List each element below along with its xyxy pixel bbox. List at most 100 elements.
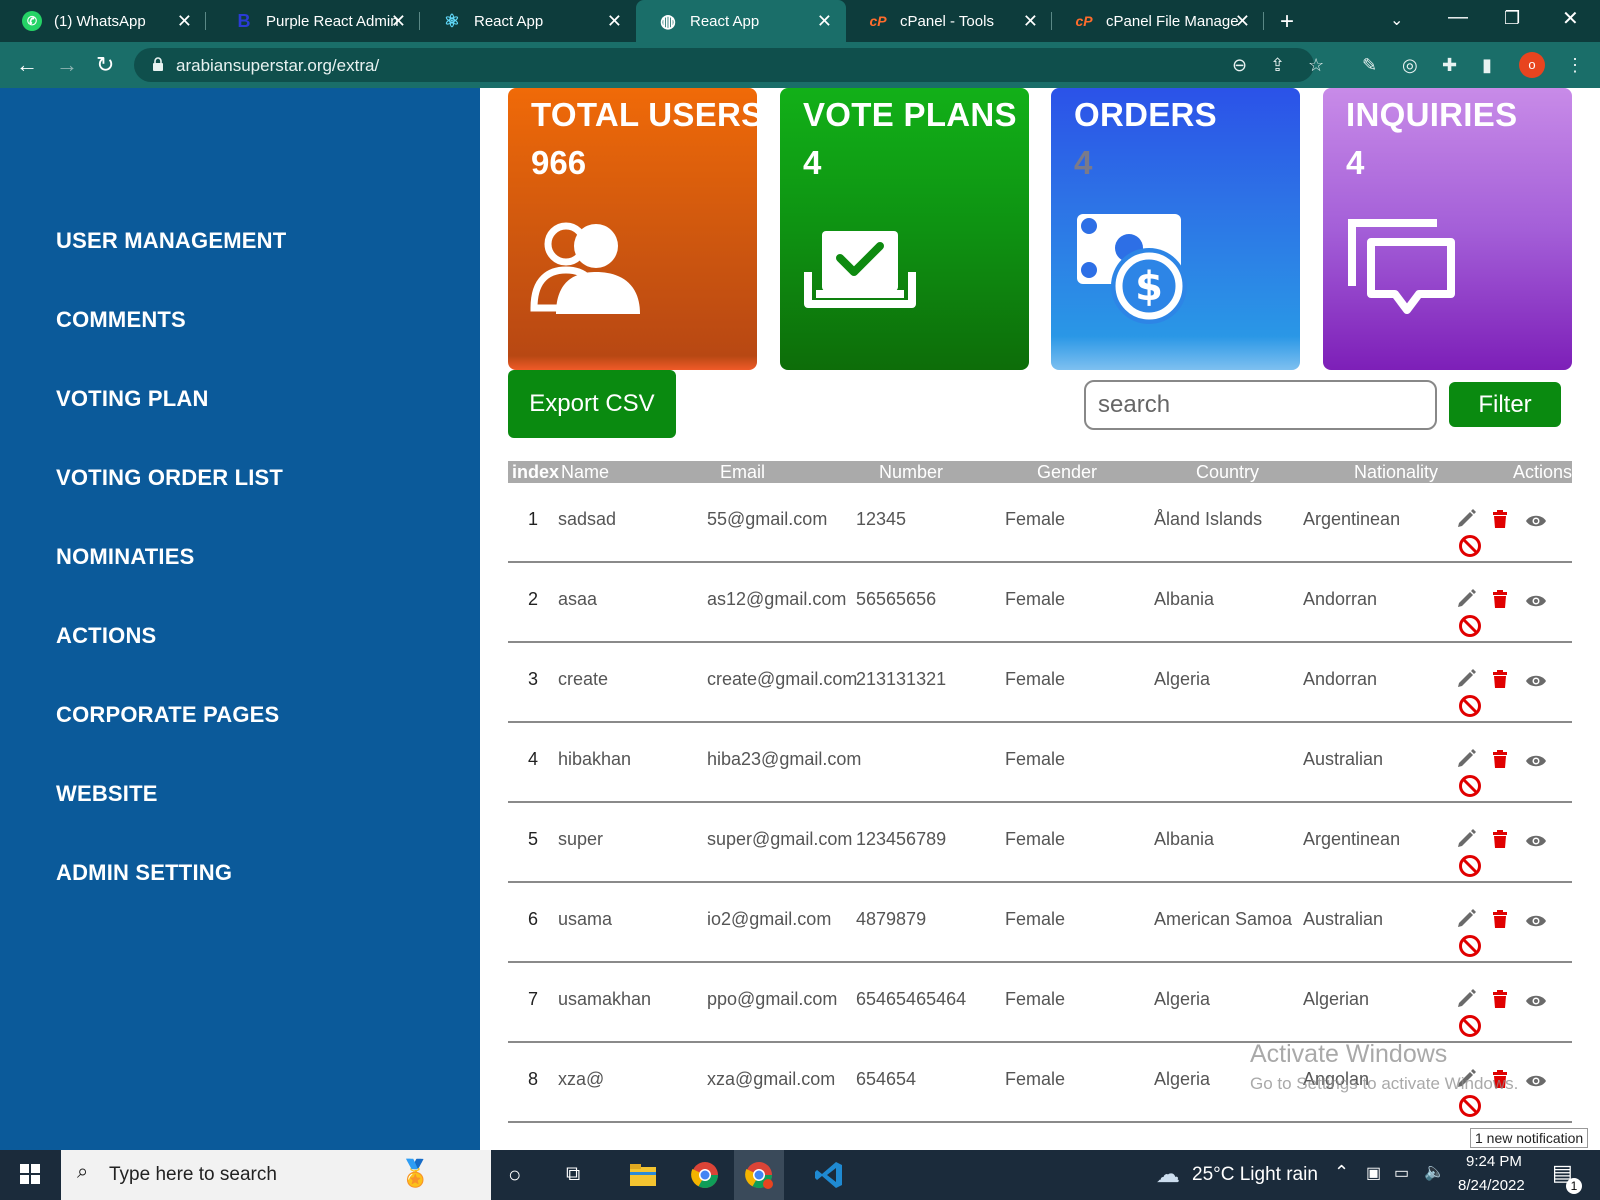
tab-react-app-active[interactable]: ◍ React App ✕ (636, 0, 846, 42)
sidebar-item-comments[interactable]: COMMENTS (56, 307, 186, 333)
view-icon[interactable] (1525, 913, 1547, 934)
windows-start-icon[interactable] (20, 1164, 40, 1184)
vscode-icon[interactable] (814, 1160, 844, 1190)
pen-extension-icon[interactable]: ✎ (1362, 55, 1377, 76)
restore-icon[interactable]: ❐ (1504, 8, 1520, 29)
edit-icon[interactable] (1456, 667, 1478, 694)
edit-icon[interactable] (1456, 507, 1478, 534)
reload-icon[interactable]: ↻ (96, 52, 114, 78)
menu-kebab-icon[interactable]: ⋮ (1566, 55, 1584, 76)
edit-icon[interactable] (1456, 587, 1478, 614)
view-icon[interactable] (1525, 993, 1547, 1014)
close-window-icon[interactable]: ✕ (1562, 6, 1579, 31)
view-icon[interactable] (1525, 513, 1547, 534)
inquiries-card[interactable]: INQUIRIES 4 (1323, 88, 1572, 370)
sidebar-item-admin-setting[interactable]: ADMIN SETTING (56, 860, 232, 886)
header-index[interactable]: index (512, 462, 559, 483)
back-icon[interactable]: ← (16, 52, 38, 78)
header-name[interactable]: Name (561, 462, 609, 483)
close-icon[interactable]: ✕ (1235, 11, 1250, 32)
cortana-icon[interactable]: ○ (508, 1162, 538, 1192)
block-icon[interactable] (1458, 854, 1482, 883)
close-icon[interactable]: ✕ (607, 11, 622, 32)
sidebar-item-website[interactable]: WEBSITE (56, 781, 158, 807)
header-country[interactable]: Country (1196, 462, 1259, 483)
close-icon[interactable]: ✕ (391, 11, 406, 32)
clock-time[interactable]: 9:24 PM (1466, 1153, 1522, 1170)
delete-icon[interactable] (1491, 669, 1509, 694)
sidebar-item-voting-order-list[interactable]: VOTING ORDER LIST (56, 465, 283, 491)
edit-icon[interactable] (1456, 827, 1478, 854)
profile-avatar[interactable]: o (1519, 52, 1545, 78)
tab-react-app[interactable]: ⚛ React App ✕ (420, 0, 636, 42)
side-panel-icon[interactable]: ▮ (1482, 55, 1492, 76)
zoom-out-icon[interactable]: ⊖ (1232, 55, 1247, 76)
task-view-icon[interactable]: ⧉ (566, 1163, 596, 1193)
delete-icon[interactable] (1491, 989, 1509, 1014)
file-explorer-icon[interactable] (628, 1160, 658, 1190)
tray-meet-icon[interactable]: ▣ (1366, 1163, 1381, 1183)
minimize-icon[interactable]: — (1448, 6, 1468, 29)
edit-icon[interactable] (1456, 987, 1478, 1014)
view-icon[interactable] (1525, 753, 1547, 774)
cell-name: asaa (558, 589, 598, 609)
sidebar-item-corporate-pages[interactable]: CORPORATE PAGES (56, 702, 279, 728)
header-gender[interactable]: Gender (1037, 462, 1097, 483)
delete-icon[interactable] (1491, 509, 1509, 534)
bookmark-star-icon[interactable]: ☆ (1308, 55, 1324, 76)
tab-cpanel-file-manager[interactable]: cP cPanel File Manager ✕ (1052, 0, 1264, 42)
edit-icon[interactable] (1456, 747, 1478, 774)
export-csv-button[interactable]: Export CSV (508, 370, 676, 438)
extension-target-icon[interactable]: ◎ (1402, 55, 1418, 76)
orders-card[interactable]: ORDERS 4 $ (1051, 88, 1300, 370)
network-icon[interactable]: ▭ (1394, 1163, 1409, 1183)
puzzle-extensions-icon[interactable]: ✚ (1442, 55, 1457, 76)
url-field[interactable]: arabiansuperstar.org/extra/ ⊖ ⇪ ☆ (134, 48, 1324, 82)
new-tab-icon[interactable]: + (1280, 8, 1294, 36)
header-nationality[interactable]: Nationality (1354, 462, 1438, 483)
tray-chevron-icon[interactable]: ⌃ (1334, 1162, 1349, 1183)
delete-icon[interactable] (1491, 749, 1509, 774)
block-icon[interactable] (1458, 534, 1482, 563)
block-icon[interactable] (1458, 614, 1482, 643)
header-number[interactable]: Number (879, 462, 943, 483)
delete-icon[interactable] (1491, 589, 1509, 614)
delete-icon[interactable] (1491, 829, 1509, 854)
edit-icon[interactable] (1456, 907, 1478, 934)
sidebar-item-voting-plan[interactable]: VOTING PLAN (56, 386, 209, 412)
tab-whatsapp[interactable]: ✆ (1) WhatsApp ✕ (0, 0, 206, 42)
share-icon[interactable]: ⇪ (1270, 55, 1285, 76)
total-users-card[interactable]: TOTAL USERS 966 (508, 88, 757, 370)
header-email[interactable]: Email (720, 462, 765, 483)
block-icon[interactable] (1458, 1014, 1482, 1043)
notification-toast[interactable]: 1 new notification (1470, 1128, 1589, 1148)
close-icon[interactable]: ✕ (177, 11, 192, 32)
chrome-icon[interactable] (690, 1160, 720, 1190)
view-icon[interactable] (1525, 833, 1547, 854)
volume-icon[interactable]: 🔈 (1424, 1162, 1445, 1182)
block-icon[interactable] (1458, 1094, 1482, 1123)
block-icon[interactable] (1458, 934, 1482, 963)
tab-cpanel-tools[interactable]: cP cPanel - Tools ✕ (846, 0, 1052, 42)
tab-purple-react-admin[interactable]: B Purple React Admin ✕ (212, 0, 420, 42)
tab-search-icon[interactable]: ⌄ (1390, 10, 1403, 30)
sidebar-item-nominaties[interactable]: NOMINATIES (56, 544, 194, 570)
block-icon[interactable] (1458, 774, 1482, 803)
forward-icon[interactable]: → (56, 52, 78, 78)
taskbar-search[interactable]: ⌕ Type here to search 🏅 (61, 1150, 491, 1200)
vote-plans-card[interactable]: VOTE PLANS 4 (780, 88, 1029, 370)
block-icon[interactable] (1458, 694, 1482, 723)
view-icon[interactable] (1525, 673, 1547, 694)
search-input[interactable] (1084, 380, 1437, 430)
close-icon[interactable]: ✕ (1023, 11, 1038, 32)
delete-icon[interactable] (1491, 909, 1509, 934)
chrome-profile-icon[interactable] (744, 1160, 774, 1190)
filter-button[interactable]: Filter (1449, 382, 1561, 427)
clock-date[interactable]: 8/24/2022 (1458, 1177, 1525, 1194)
sidebar-item-actions[interactable]: ACTIONS (56, 623, 156, 649)
close-icon[interactable]: ✕ (817, 11, 832, 32)
weather-text[interactable]: 25°C Light rain (1192, 1164, 1318, 1186)
view-icon[interactable] (1525, 1073, 1547, 1094)
view-icon[interactable] (1525, 593, 1547, 614)
sidebar-item-user-management[interactable]: USER MANAGEMENT (56, 228, 286, 254)
